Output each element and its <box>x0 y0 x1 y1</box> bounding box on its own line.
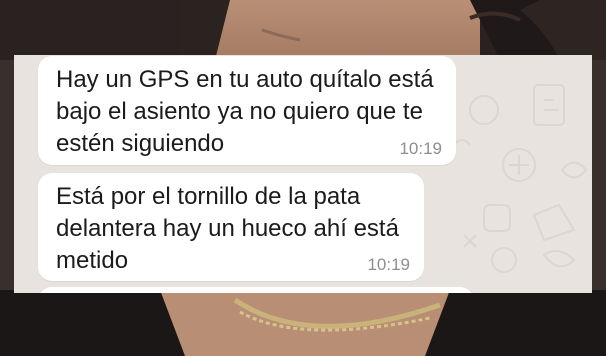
message-bubble-partial[interactable] <box>38 287 474 293</box>
message-text: Hay un GPS en tu auto quítalo está bajo … <box>56 66 434 157</box>
chat-panel: Hay un GPS en tu auto quítalo está bajo … <box>14 55 592 293</box>
message-timestamp: 10:19 <box>399 139 442 158</box>
message-bubble[interactable]: Hay un GPS en tu auto quítalo está bajo … <box>38 56 456 165</box>
message-bubble[interactable]: Está por el tornillo de la pata delanter… <box>38 173 424 281</box>
message-text: Está por el tornillo de la pata delanter… <box>56 183 399 274</box>
video-frame: Hay un GPS en tu auto quítalo está bajo … <box>0 0 606 356</box>
message-timestamp: 10:19 <box>367 255 410 274</box>
